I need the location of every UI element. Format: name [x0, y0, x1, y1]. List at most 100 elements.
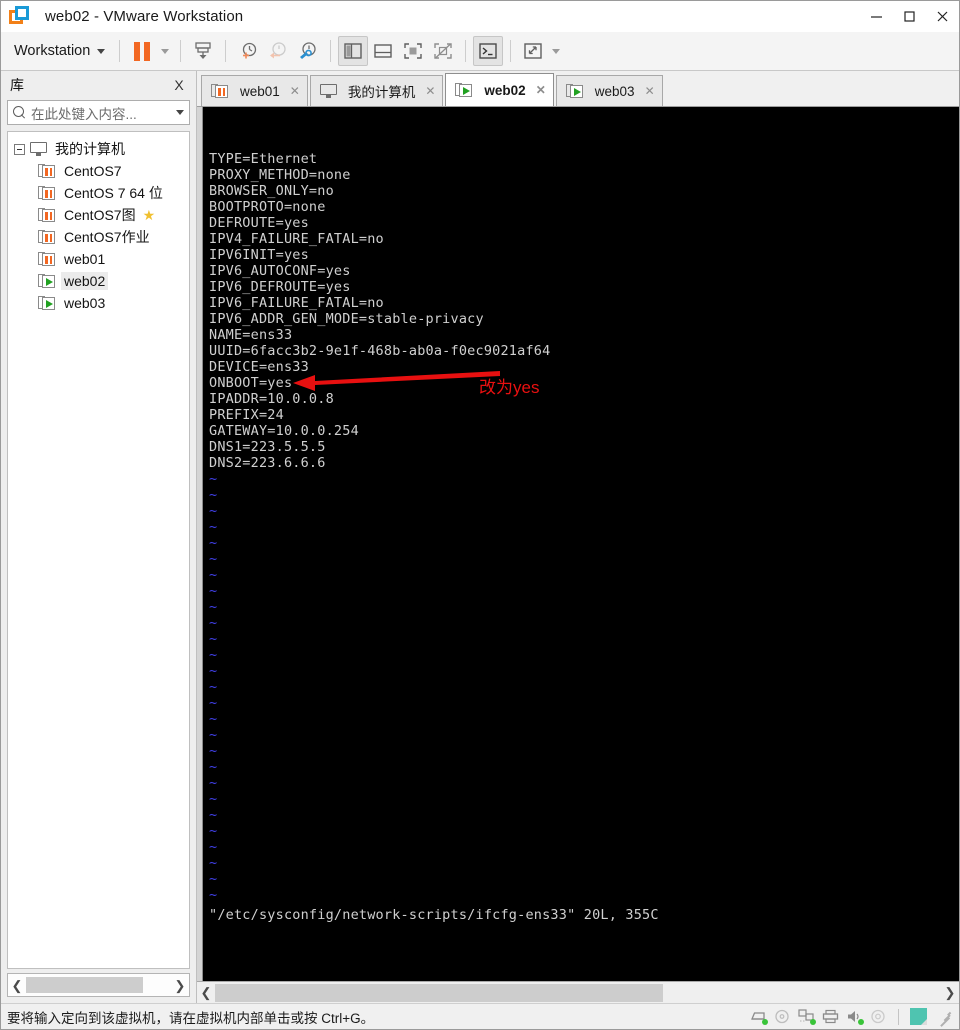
terminal-empty-line-marker: ~	[209, 871, 218, 887]
tree-root-label: 我的计算机	[55, 141, 125, 157]
toolbar-separator	[225, 40, 227, 62]
terminal-config-line: BROWSER_ONLY=no	[209, 183, 334, 199]
vm-running-icon	[455, 82, 473, 98]
pause-dropdown-button[interactable]	[157, 36, 173, 66]
tab-web02[interactable]: web02 ✕	[445, 73, 554, 106]
tab-close-icon[interactable]: ✕	[290, 84, 300, 98]
terminal-config-line: IPV6_DEFROUTE=yes	[209, 279, 351, 295]
terminal-empty-line-marker: ~	[209, 471, 218, 487]
scroll-right-icon[interactable]: ❯	[171, 979, 189, 992]
terminal-empty-line-marker: ~	[209, 727, 218, 743]
tab-web03[interactable]: web03 ✕	[555, 75, 663, 106]
terminal-screen[interactable]: TYPE=Ethernet PROXY_METHOD=none BROWSER_ON…	[203, 107, 959, 981]
tab-close-icon[interactable]: ✕	[645, 84, 655, 98]
terminal-empty-line-marker: ~	[209, 823, 218, 839]
tab-close-icon[interactable]: ✕	[425, 84, 435, 98]
toolbar-separator	[119, 40, 121, 62]
vm-paused-icon	[38, 251, 56, 267]
pause-vm-button[interactable]	[127, 36, 157, 66]
tree-item-centos7-zuoye[interactable]: CentOS7作业	[8, 226, 189, 248]
pause-icon	[134, 41, 151, 61]
scroll-left-icon[interactable]: ❮	[197, 986, 215, 999]
terminal-empty-line-marker: ~	[209, 711, 218, 727]
tree-item-label: CentOS7图	[64, 207, 136, 223]
monitor-icon	[30, 142, 47, 156]
console-horizontal-scrollbar[interactable]: ❮ ❯	[197, 981, 959, 1003]
collapse-icon[interactable]	[14, 143, 25, 155]
tree-item-label: CentOS 7 64 位	[64, 185, 163, 201]
terminal-empty-line-marker: ~	[209, 567, 218, 583]
terminal-empty-line-marker: ~	[209, 759, 218, 775]
library-horizontal-scrollbar[interactable]: ❮ ❯	[7, 973, 190, 997]
manage-snapshots-button[interactable]	[293, 36, 323, 66]
unity-mode-button[interactable]	[428, 36, 458, 66]
full-screen-button[interactable]	[398, 36, 428, 66]
terminal-empty-line-marker: ~	[209, 839, 218, 855]
vm-tree[interactable]: 我的计算机 CentOS7 CentOS 7 64 位 CentOS7图 ★ C…	[7, 131, 190, 969]
view-dropdown-button[interactable]	[548, 36, 564, 66]
scrollbar-thumb[interactable]	[215, 983, 663, 1002]
cd-dvd-icon[interactable]	[774, 1009, 791, 1024]
tree-root-my-computer[interactable]: 我的计算机	[8, 138, 189, 160]
tree-item-centos7-64[interactable]: CentOS 7 64 位	[8, 182, 189, 204]
terminal-empty-line-marker: ~	[209, 599, 218, 615]
terminal-empty-line-marker: ~	[209, 695, 218, 711]
note-icon[interactable]	[910, 1008, 927, 1025]
terminal-config-line: TYPE=Ethernet	[209, 151, 318, 167]
minimize-button[interactable]	[860, 1, 893, 32]
tree-item-web02[interactable]: web02	[8, 270, 189, 292]
monitor-icon	[319, 84, 337, 98]
search-input[interactable]: 在此处键入内容...	[31, 103, 171, 123]
tree-item-label: web01	[64, 251, 106, 267]
console-view-button[interactable]	[473, 36, 504, 66]
tree-item-centos7[interactable]: CentOS7	[8, 160, 189, 182]
snapshot-manager-button[interactable]	[188, 36, 218, 66]
stretch-view-button[interactable]	[518, 36, 548, 66]
tree-item-web01[interactable]: web01	[8, 248, 189, 270]
terminal-empty-line-marker: ~	[209, 647, 218, 663]
take-snapshot-button[interactable]	[233, 36, 263, 66]
vm-console[interactable]: TYPE=Ethernet PROXY_METHOD=none BROWSER_ON…	[197, 107, 959, 981]
close-library-icon[interactable]: X	[171, 77, 187, 93]
tree-item-label: web03	[64, 295, 106, 311]
tab-my-computer[interactable]: 我的计算机 ✕	[309, 75, 444, 106]
terminal-config-line: ONBOOT=yes	[209, 375, 293, 391]
network-adapter-icon[interactable]	[798, 1009, 816, 1025]
chevron-down-icon	[161, 48, 170, 54]
terminal-empty-line-marker: ~	[209, 583, 218, 599]
terminal-config-line: IPV4_FAILURE_FATAL=no	[209, 231, 384, 247]
workstation-menu-label: Workstation	[14, 43, 91, 59]
vm-paused-icon	[38, 185, 56, 201]
tab-web01[interactable]: web01 ✕	[201, 75, 308, 106]
main-toolbar: Workstation	[1, 32, 959, 71]
printer-icon[interactable]	[822, 1009, 839, 1024]
vm-running-icon	[565, 83, 584, 99]
usb-icon[interactable]	[870, 1009, 887, 1024]
tab-label: web02	[484, 82, 526, 98]
close-button[interactable]	[926, 1, 959, 32]
chevron-down-icon[interactable]	[176, 110, 184, 115]
workstation-menu-button[interactable]: Workstation	[11, 40, 112, 62]
show-library-button[interactable]	[338, 36, 369, 66]
terminal-config-line: PROXY_METHOD=none	[209, 167, 351, 183]
sound-card-icon[interactable]	[846, 1009, 864, 1025]
search-box[interactable]: 在此处键入内容...	[7, 100, 190, 125]
terminal-empty-line-marker: ~	[209, 855, 218, 871]
tree-item-centos7-tu[interactable]: CentOS7图 ★	[8, 204, 189, 226]
maximize-button[interactable]	[893, 1, 926, 32]
scrollbar-thumb[interactable]	[26, 977, 143, 993]
tab-close-icon[interactable]: ✕	[536, 83, 546, 97]
scroll-left-icon[interactable]: ❮	[8, 979, 26, 992]
vm-running-icon	[38, 295, 56, 311]
tree-item-web03[interactable]: web03	[8, 292, 189, 314]
show-thumbnails-button[interactable]	[368, 36, 398, 66]
device-status-icons	[750, 1008, 955, 1027]
scroll-right-icon[interactable]: ❯	[941, 986, 959, 999]
revert-snapshot-button[interactable]	[263, 36, 293, 66]
hard-disk-icon[interactable]	[750, 1009, 768, 1025]
resize-grip[interactable]	[937, 1010, 951, 1027]
vmware-workstation-window: web02 - VMware Workstation Workstation 库…	[0, 0, 960, 1030]
terminal-config-line: PREFIX=24	[209, 407, 284, 423]
status-bar: 要将输入定向到该虚拟机，请在虚拟机内部单击或按 Ctrl+G。	[1, 1003, 959, 1029]
terminal-empty-line-marker: ~	[209, 663, 218, 679]
